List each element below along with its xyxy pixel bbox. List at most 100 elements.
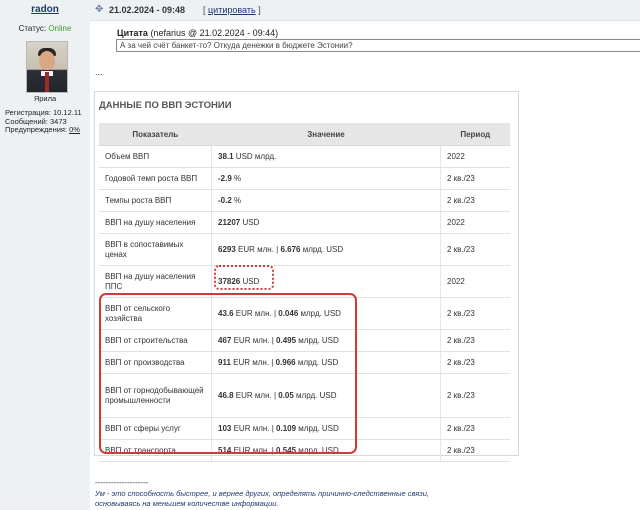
cell-name: ВВП от сельского хозяйства	[99, 297, 212, 330]
table-row: ВВП на душу населения 21207 USD 2022	[99, 211, 510, 234]
cell-name: ВВП в сопоставимых ценах	[99, 233, 212, 266]
table-row: Годовой темп роста ВВП -2.9 % 2 кв./23	[99, 167, 510, 190]
value-unit: EUR млн. |	[231, 445, 277, 455]
value-secondary: 0.495	[276, 335, 297, 345]
value-primary: 103	[218, 423, 232, 433]
table-row: Объем ВВП 38.1 USD млрд. 2022	[99, 145, 510, 168]
avatar-caption: Ярила	[33, 94, 57, 103]
value-unit-secondary: млрд. USD	[300, 244, 344, 254]
quote-meta: (nefarius @ 21.02.2024 - 09:44)	[147, 28, 279, 38]
avatar-tie	[45, 72, 49, 92]
post-header: ✥ 21.02.2024 - 09:48 [ цитировать ]	[90, 0, 640, 21]
user-status: Статус: Online	[0, 24, 90, 33]
value-unit-secondary: млрд. USD	[298, 308, 341, 318]
cell-period: 2 кв./23	[440, 167, 510, 190]
cell-value: 467 EUR млн. | 0.495 млрд. USD	[211, 329, 441, 352]
header-name: Показатель	[99, 123, 212, 146]
card-title: ДАННЫЕ ПО ВВП ЭСТОНИИ	[99, 100, 232, 111]
value-secondary: 0.966	[275, 357, 296, 367]
cell-period: 2 кв./23	[440, 417, 510, 440]
cell-name: ВВП от сферы услуг	[99, 417, 212, 440]
value-primary: 38.1	[218, 151, 234, 161]
bracket-open: [	[203, 5, 206, 15]
cell-value: -0.2 %	[211, 189, 441, 212]
cell-value: 37826 USD	[211, 265, 441, 298]
value-unit: USD	[240, 276, 260, 286]
cell-name: ВВП от транспорта	[99, 439, 212, 462]
user-panel: radon Статус: Online Ярила Регистрация: …	[0, 0, 90, 510]
avatar[interactable]	[26, 41, 68, 93]
cell-value: 6293 EUR млн. | 6.676 млрд. USD	[211, 233, 441, 266]
cell-name: Годовой темп роста ВВП	[99, 167, 212, 190]
value-primary: 21207	[218, 217, 241, 227]
table-row: ВВП от строительства 467 EUR млн. | 0.495…	[99, 329, 510, 352]
username-link[interactable]: radon	[0, 4, 90, 15]
value-unit-secondary: млрд. USD	[293, 390, 337, 400]
value-unit: EUR млн. |	[230, 357, 276, 367]
value-unit: USD	[240, 217, 260, 227]
value-unit: EUR млн. |	[235, 244, 281, 254]
cell-name: ВВП от производства	[99, 351, 212, 374]
table-row: ВВП от производства 911 EUR млн. | 0.966 …	[99, 351, 510, 374]
gdp-card: ДАННЫЕ ПО ВВП ЭСТОНИИ Показатель Значени…	[94, 91, 519, 462]
signature-line-2: основываясь на меньшем количестве информ…	[95, 499, 279, 508]
cell-name: ВВП от строительства	[99, 329, 212, 352]
warnings-label: Предупреждения:	[5, 125, 70, 134]
cell-period: 2022	[440, 265, 510, 298]
cell-name: Темпы роста ВВП	[99, 189, 212, 212]
cell-period: 2 кв./23	[440, 189, 510, 212]
cell-value: -2.9 %	[211, 167, 441, 190]
value-unit-secondary: млрд. USD	[296, 423, 339, 433]
table-row: ВВП от горнодобывающей промышленности 46.…	[99, 373, 510, 418]
header-value: Значение	[211, 123, 441, 146]
value-unit-secondary: млрд. USD	[295, 357, 339, 367]
table-row: Темпы роста ВВП -0.2 % 2 кв./23	[99, 189, 510, 212]
signature-separator: --------------------	[95, 478, 149, 487]
value-secondary: 0.545	[276, 445, 297, 455]
value-secondary: 0.109	[276, 423, 297, 433]
table-row: ВВП от сферы услуг 103 EUR млн. | 0.109 м…	[99, 417, 510, 440]
value-unit-secondary: млрд. USD	[296, 335, 339, 345]
value-primary: 514	[218, 445, 232, 455]
bracket-close: ]	[258, 5, 261, 15]
signature-line-1: Ум - это способность быстрее, и вернее д…	[95, 489, 429, 498]
cell-period: 2022	[440, 145, 510, 168]
value-primary: 37826	[218, 276, 241, 286]
table-body: Объем ВВП 38.1 USD млрд. 2022 Годовой темп …	[99, 145, 510, 462]
cell-name: Объем ВВП	[99, 145, 212, 168]
value-unit: EUR млн. |	[231, 335, 277, 345]
table-row: ВВП от транспорта 514 EUR млн. | 0.545 мл…	[99, 439, 510, 462]
quote-box: А за чей счёт банкет-то? Откуда денежки …	[116, 39, 640, 52]
cell-period: 2022	[440, 211, 510, 234]
cell-value: 46.8 EUR млн. | 0.05 млрд. USD	[211, 373, 441, 418]
cell-period: 2 кв./23	[440, 329, 510, 352]
cell-name: ВВП от горнодобывающей промышленности	[99, 373, 212, 418]
cell-value: 38.1 USD млрд.	[211, 145, 441, 168]
warnings-link[interactable]: 0%	[69, 125, 80, 134]
cell-name: ВВП на душу населения ППС	[99, 265, 212, 298]
cell-period: 2 кв./23	[440, 439, 510, 462]
value-unit: %	[231, 173, 242, 183]
cell-period: 2 кв./23	[440, 297, 510, 330]
pin-icon[interactable]: ✥	[95, 4, 103, 15]
cell-period: 2 кв./23	[440, 233, 510, 266]
cell-value: 43.6 EUR млн. | 0.046 млрд. USD	[211, 297, 441, 330]
cell-name: ВВП на душу населения	[99, 211, 212, 234]
table-header-row: Показатель Значение Период	[99, 123, 510, 146]
cell-value: 103 EUR млн. | 0.109 млрд. USD	[211, 417, 441, 440]
table-row: ВВП от сельского хозяйства 43.6 EUR млн. …	[99, 297, 510, 330]
value-unit: EUR млн. |	[231, 423, 277, 433]
cell-period: 2 кв./23	[440, 351, 510, 374]
cell-value: 514 EUR млн. | 0.545 млрд. USD	[211, 439, 441, 462]
table-row: ВВП на душу населения ППС 37826 USD 2022	[99, 265, 510, 298]
value-secondary: 6.676	[280, 244, 301, 254]
value-unit: EUR млн. |	[233, 308, 279, 318]
quote-label: Цитата	[117, 28, 148, 38]
table-row: ВВП в сопоставимых ценах 6293 EUR млн. | …	[99, 233, 510, 266]
value-primary: 43.6	[218, 308, 234, 318]
quote-button[interactable]: цитировать	[208, 5, 256, 15]
value-secondary: 0.05	[278, 390, 294, 400]
quote-title: Цитата (nefarius @ 21.02.2024 - 09:44)	[117, 28, 278, 38]
avatar-face	[39, 51, 55, 70]
header-period: Период	[440, 123, 510, 146]
